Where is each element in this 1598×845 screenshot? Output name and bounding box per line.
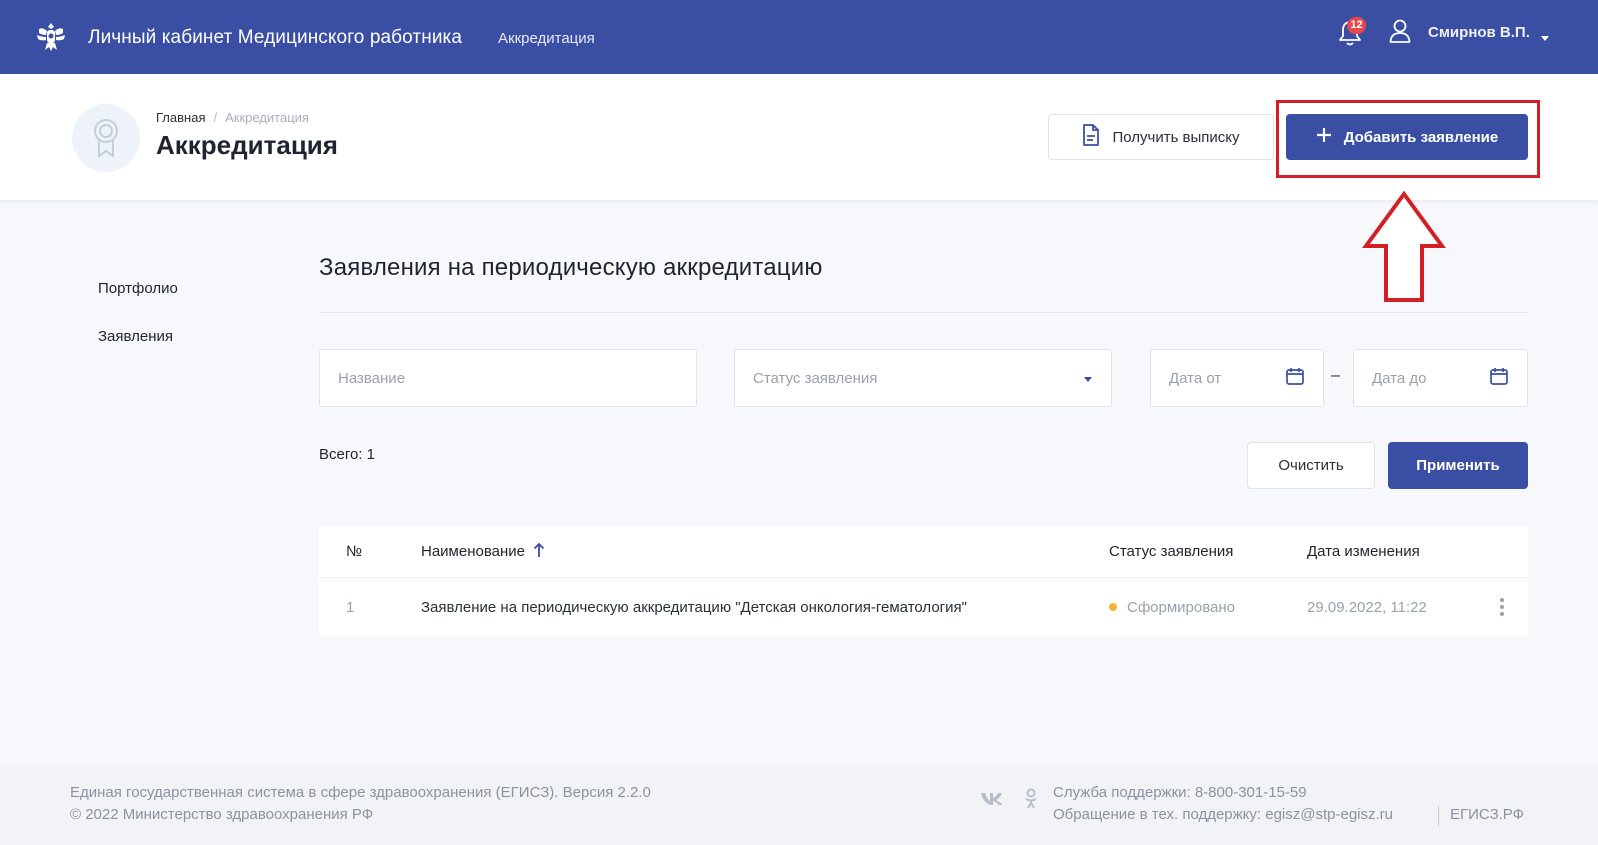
kebab-menu-icon[interactable] [1499, 578, 1505, 636]
arrow-up-annotation [1362, 190, 1446, 302]
calendar-icon[interactable] [1489, 366, 1509, 390]
clear-button[interactable]: Очистить [1247, 442, 1375, 489]
apply-button[interactable]: Применить [1388, 442, 1528, 489]
odnoklassniki-icon[interactable] [1024, 788, 1038, 815]
table-header: № Наименование Статус заявления Дата изм… [319, 526, 1528, 578]
column-header-name[interactable]: Наименование [421, 526, 545, 577]
status-dot-icon [1109, 603, 1117, 611]
total-count: Всего: 1 [319, 446, 376, 463]
document-icon [1082, 124, 1100, 150]
footer-support-email[interactable]: Обращение в тех. поддержку: egisz@stp-eg… [1053, 806, 1393, 823]
sidebar-item-portfolio[interactable]: Портфолио [98, 280, 178, 297]
breadcrumb-current: Аккредитация [225, 110, 309, 125]
footer-site-link[interactable]: ЕГИСЗ.РФ [1450, 806, 1524, 823]
table-row[interactable]: 1 Заявление на периодическую аккредитаци… [319, 578, 1528, 636]
nav-link-accreditation[interactable]: Аккредитация [498, 30, 595, 47]
breadcrumb: Главная / Аккредитация [156, 110, 309, 125]
footer-system-info: Единая государственная система в сфере з… [70, 784, 651, 801]
name-filter-placeholder: Название [338, 369, 406, 387]
get-statement-label: Получить выписку [1112, 128, 1240, 146]
highlight-annotation [1276, 100, 1540, 178]
date-to-input[interactable]: Дата до [1353, 349, 1528, 407]
calendar-icon[interactable] [1285, 366, 1305, 390]
caret-down-icon [1083, 370, 1093, 387]
user-name[interactable]: Смирнов В.П. [1428, 24, 1530, 41]
row-status-label: Сформировано [1127, 598, 1236, 616]
divider [319, 312, 1528, 313]
breadcrumb-separator: / [213, 110, 218, 125]
column-header-name-label: Наименование [421, 543, 525, 560]
notification-badge: 12 [1347, 17, 1366, 34]
caret-down-icon[interactable] [1540, 30, 1550, 41]
column-header-date[interactable]: Дата изменения [1307, 526, 1420, 577]
applications-table: № Наименование Статус заявления Дата изм… [319, 526, 1528, 636]
user-icon[interactable] [1388, 18, 1414, 46]
section-title: Заявления на периодическую аккредитацию [319, 254, 823, 281]
award-icon [72, 104, 140, 172]
emblem-icon[interactable] [32, 18, 70, 56]
page-title: Аккредитация [156, 130, 338, 160]
column-header-status[interactable]: Статус заявления [1109, 526, 1233, 577]
sort-up-icon[interactable] [533, 542, 545, 562]
date-from-placeholder: Дата от [1169, 369, 1222, 387]
vk-icon[interactable] [980, 790, 1004, 811]
status-filter-select[interactable]: Статус заявления [734, 349, 1112, 407]
date-from-input[interactable]: Дата от [1150, 349, 1324, 407]
row-date: 29.09.2022, 11:22 [1307, 598, 1427, 616]
row-status: Сформировано [1109, 578, 1235, 636]
date-range-separator: – [1331, 367, 1340, 384]
sidebar: Портфолио Заявления [98, 280, 178, 376]
breadcrumb-home[interactable]: Главная [156, 110, 205, 125]
status-filter-placeholder: Статус заявления [753, 369, 878, 387]
footer-copyright: © 2022 Министерство здравоохранения РФ [70, 806, 374, 823]
top-navbar: Личный кабинет Медицинского работника Ак… [0, 0, 1598, 74]
row-name[interactable]: Заявление на периодическую аккредитацию … [421, 578, 967, 636]
row-num: 1 [346, 598, 355, 616]
sidebar-item-applications[interactable]: Заявления [98, 328, 178, 345]
name-filter-input[interactable]: Название [319, 349, 697, 407]
footer: Единая государственная система в сфере з… [0, 764, 1598, 845]
column-header-num: № [346, 543, 363, 560]
footer-support-phone: Служба поддержки: 8-800-301-15-59 [1053, 784, 1307, 801]
get-statement-button[interactable]: Получить выписку [1048, 114, 1274, 160]
app-title[interactable]: Личный кабинет Медицинского работника [88, 27, 462, 49]
footer-divider [1438, 806, 1439, 826]
date-to-placeholder: Дата до [1372, 369, 1427, 387]
